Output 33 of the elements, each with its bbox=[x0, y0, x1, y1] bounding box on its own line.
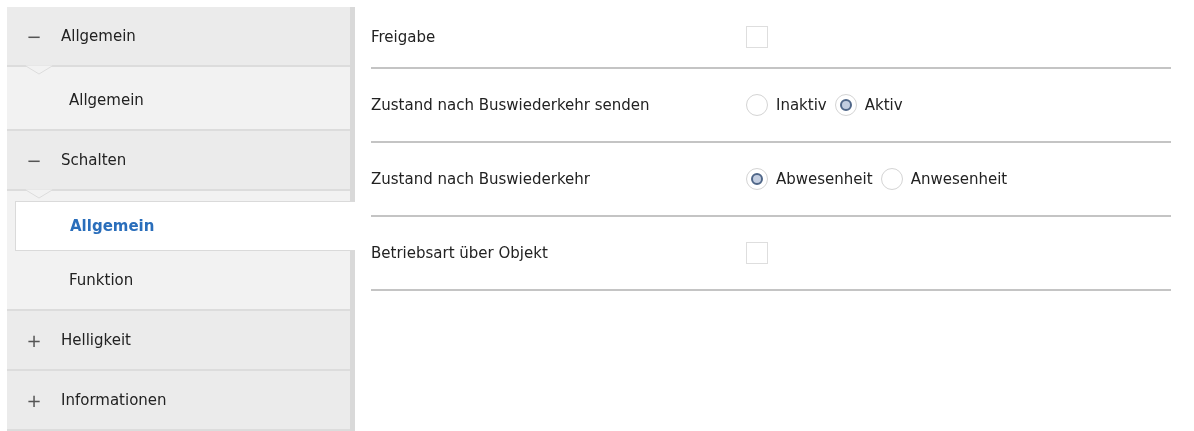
sidebar-item[interactable]: Funktion bbox=[7, 251, 350, 309]
checkbox[interactable] bbox=[746, 242, 768, 264]
parameter-label: Freigabe bbox=[371, 28, 437, 46]
radio-option[interactable]: Inaktiv bbox=[746, 94, 827, 116]
group-header[interactable]: − Allgemein bbox=[7, 7, 350, 67]
option-label: Aktiv bbox=[864, 96, 903, 114]
radio-button[interactable] bbox=[746, 94, 768, 116]
parameter-label: Betriebsart über Objekt bbox=[371, 244, 549, 262]
radio-button[interactable] bbox=[834, 94, 857, 116]
group-header[interactable]: + Helligkeit bbox=[7, 311, 350, 371]
collapse-icon: − bbox=[24, 149, 44, 171]
radio-button[interactable] bbox=[746, 168, 768, 190]
parameter-label: Zustand nach Buswiederkehr bbox=[371, 170, 591, 188]
group-label: Informationen bbox=[61, 391, 167, 409]
group-label: Schalten bbox=[61, 151, 127, 169]
collapse-icon: − bbox=[24, 25, 44, 47]
radio-option[interactable]: Anwesenheit bbox=[880, 168, 1008, 190]
expand-icon: + bbox=[24, 389, 44, 411]
sidebar-item[interactable]: Allgemein bbox=[15, 201, 355, 251]
group-header[interactable]: − Schalten bbox=[7, 131, 350, 191]
option-label: Anwesenheit bbox=[910, 170, 1008, 188]
radio-option[interactable]: Aktiv bbox=[834, 94, 903, 116]
option-label: Inaktiv bbox=[776, 96, 827, 114]
group-label: Helligkeit bbox=[61, 331, 131, 349]
radio-button[interactable] bbox=[880, 168, 903, 190]
group-label: Allgemein bbox=[61, 27, 136, 45]
checkbox[interactable] bbox=[746, 26, 768, 48]
expand-icon: + bbox=[24, 329, 44, 351]
option-label: Abwesenheit bbox=[776, 170, 873, 188]
radio-option[interactable]: Abwesenheit bbox=[746, 168, 873, 190]
parameter-label: Zustand nach Buswiederkehr senden bbox=[371, 96, 651, 114]
group-header[interactable]: + Informationen bbox=[7, 371, 350, 431]
sidebar-item[interactable]: Allgemein bbox=[7, 71, 350, 129]
